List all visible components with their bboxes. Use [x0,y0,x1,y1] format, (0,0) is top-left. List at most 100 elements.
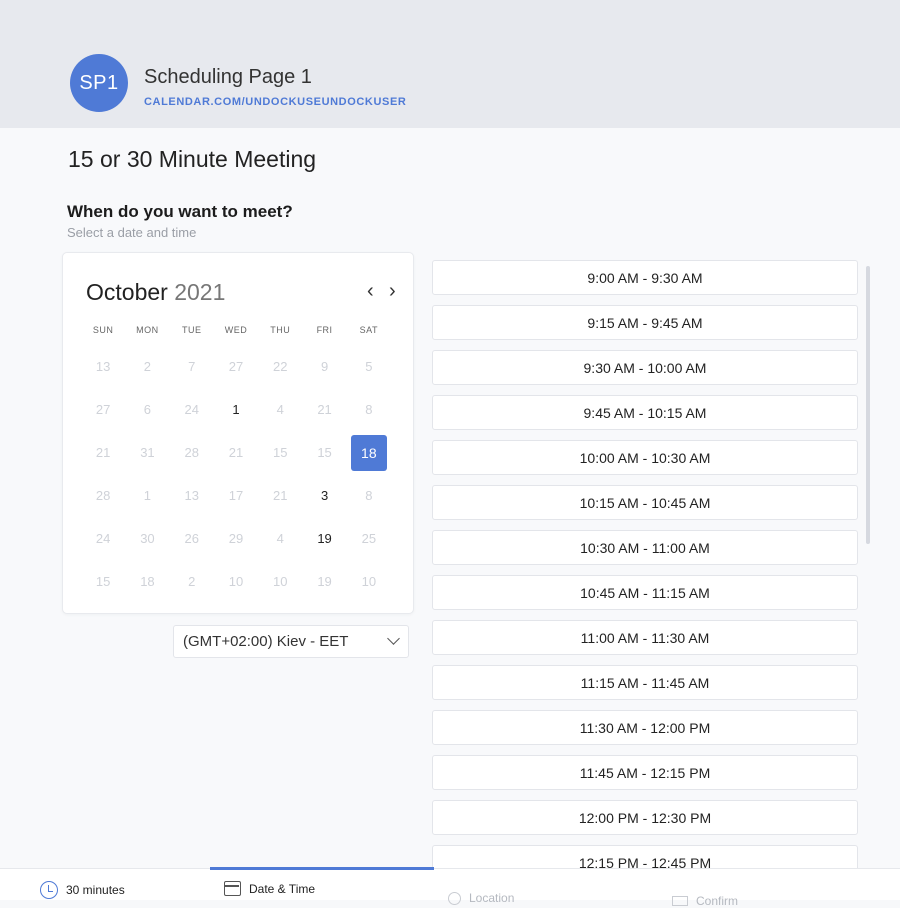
meeting-title: 15 or 30 Minute Meeting [68,146,317,172]
booking-steps-bar: 30 minutes Date & Time Location Confirm [0,867,900,908]
time-slot-button[interactable]: 10:30 AM - 11:00 AM [432,530,858,565]
calendar-day-grid: 13 2 7 27 22 9 5 27 6 24 1 4 21 8 21 31 28 21 15 15 18 28 1 13 1… [81,345,391,603]
calendar-day-unavailable: 28 [170,431,214,474]
time-slot-button[interactable]: 9:30 AM - 10:00 AM [432,350,858,385]
calendar-day-unavailable: 9 [302,345,346,388]
calendar-day-unavailable: 25 [347,517,391,560]
calendar-day-number: 10 [273,574,288,589]
time-slot-button[interactable]: 11:00 AM - 11:30 AM [432,620,858,655]
calendar-day-number: 27 [228,359,244,374]
time-slot-button[interactable]: 9:00 AM - 9:30 AM [432,260,858,295]
scheduling-page-url[interactable]: CALENDAR.COM/UNDOCKUSEUNDOCKUSER [144,96,406,108]
calendar-day-unavailable: 6 [125,388,169,431]
time-slot-button[interactable]: 11:30 AM - 12:00 PM [432,710,858,745]
calendar-day-number: 19 [317,574,332,589]
calendar-day-number: 15 [95,574,111,589]
time-slot-button[interactable]: 10:15 AM - 10:45 AM [432,485,858,520]
calendar-day-number: 3 [320,488,329,503]
calendar-day-number: 2 [188,574,196,589]
time-slot-button[interactable]: 12:00 PM - 12:30 PM [432,800,858,835]
weekday-label: MON [136,325,159,335]
calendar-day-selected[interactable]: 18 [347,431,391,474]
calendar-day-unavailable: 24 [170,388,214,431]
calendar-day-number: 28 [95,488,111,503]
time-slot-button[interactable]: 9:15 AM - 9:45 AM [432,305,858,340]
date-question-heading: When do you want to meet? [67,202,293,221]
calendar-day-number: 13 [184,488,199,503]
calendar-day-unavailable: 21 [302,388,346,431]
calendar-month: October [86,279,168,305]
calendar-day-number: 15 [273,445,288,460]
weekday-label: THU [270,325,291,335]
calendar-day-available[interactable]: 3 [302,474,346,517]
date-picker-calendar: October 2021 ‹ › SUN MON TUE WED THU FRI SAT 1… [62,252,414,614]
calendar-day-available[interactable]: 1 [214,388,258,431]
calendar-day-number: 9 [320,359,329,374]
calendar-day-unavailable: 30 [125,517,169,560]
weekday-label: SAT [359,325,379,335]
chevron-left-icon[interactable]: ‹ [367,281,374,301]
calendar-day-unavailable: 27 [81,388,125,431]
step-duration-label: 30 minutes [66,883,125,897]
time-slot-button[interactable]: 11:15 AM - 11:45 AM [432,665,858,700]
calendar-day-number: 17 [228,488,244,503]
calendar-day-number: 5 [365,359,373,374]
calendar-day-unavailable: 10 [258,560,302,603]
calendar-day-unavailable: 4 [258,388,302,431]
calendar-day-unavailable: 27 [214,345,258,388]
step-location[interactable]: Location [448,891,514,905]
calendar-day-unavailable: 7 [170,345,214,388]
step-date-time[interactable]: Date & Time [224,881,315,896]
calendar-day-number: 8 [365,402,373,417]
mail-icon [672,896,688,906]
calendar-day-unavailable: 10 [347,560,391,603]
calendar-day-number: 10 [228,574,244,589]
calendar-day-number: 25 [361,531,377,546]
step-location-label: Location [469,891,515,905]
calendar-day-unavailable: 5 [347,345,391,388]
calendar-day-unavailable: 15 [258,431,302,474]
calendar-day-number: 8 [365,488,373,503]
calendar-day-unavailable: 29 [214,517,258,560]
calendar-day-number: 18 [350,434,387,471]
calendar-day-number: 4 [276,531,284,546]
clock-icon [40,881,58,899]
calendar-day-number: 4 [276,402,284,417]
calendar-day-unavailable: 22 [258,345,302,388]
calendar-day-number: 29 [228,531,244,546]
calendar-day-number: 27 [95,402,111,417]
calendar-day-number: 19 [317,531,332,546]
time-slot-button[interactable]: 11:45 AM - 12:15 PM [432,755,858,790]
calendar-icon [224,881,241,896]
calendar-day-unavailable: 21 [258,474,302,517]
step-confirm-label: Confirm [696,894,739,908]
time-slot-button[interactable]: 9:45 AM - 10:15 AM [432,395,858,430]
calendar-day-available[interactable]: 19 [302,517,346,560]
step-confirm[interactable]: Confirm [672,894,738,908]
chevron-down-icon [387,632,400,645]
calendar-day-unavailable: 31 [125,431,169,474]
calendar-day-number: 15 [317,445,332,460]
weekday-label: WED [224,325,248,335]
calendar-day-number: 1 [143,488,152,503]
calendar-day-unavailable: 15 [81,560,125,603]
calendar-day-unavailable: 18 [125,560,169,603]
calendar-day-number: 21 [273,488,288,503]
timezone-select[interactable]: (GMT+02:00) Kiev - EET [173,625,409,658]
time-slot-button[interactable]: 12:15 PM - 12:45 PM [432,845,858,868]
calendar-day-unavailable: 21 [214,431,258,474]
calendar-day-unavailable: 26 [170,517,214,560]
time-slot-scrollbar[interactable] [866,266,870,544]
date-question-subtitle: Select a date and time [67,225,197,240]
calendar-day-number: 24 [184,402,199,417]
calendar-day-number: 26 [184,531,199,546]
time-slot-button[interactable]: 10:45 AM - 11:15 AM [432,575,858,610]
time-slot-list: 9:00 AM - 9:30 AM 9:15 AM - 9:45 AM 9:30 A… [432,260,860,868]
time-slot-button[interactable]: 10:00 AM - 10:30 AM [432,440,858,475]
calendar-day-number: 21 [317,402,332,417]
calendar-day-unavailable: 2 [170,560,214,603]
step-duration[interactable]: 30 minutes [40,881,125,899]
chevron-right-icon[interactable]: › [389,281,396,301]
calendar-year: 2021 [174,279,226,305]
calendar-day-unavailable: 13 [170,474,214,517]
